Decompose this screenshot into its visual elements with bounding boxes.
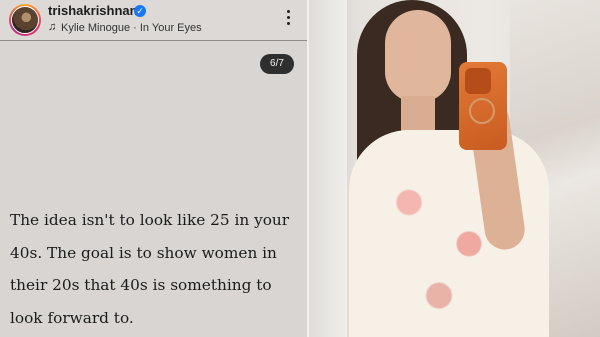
phone-magsafe-ring	[469, 98, 495, 124]
quote-text: The idea isn't to look like 25 in your 4…	[10, 204, 302, 334]
avatar[interactable]	[11, 6, 39, 34]
carousel-page-indicator: 6/7	[260, 54, 294, 74]
quote-line: look forward to.	[10, 308, 134, 327]
more-dot-icon	[286, 10, 290, 13]
quote-line: The idea isn't to look like 25 in your	[10, 211, 290, 229]
quote-line: 40s. The goal is to show women in	[10, 243, 277, 262]
username[interactable]: trishakrishnan	[48, 3, 138, 18]
post-header: trishakrishnan ✓ ♫ Kylie Minogue · In Yo…	[0, 0, 307, 41]
more-options-button[interactable]	[283, 8, 293, 30]
more-dot-icon	[286, 16, 290, 19]
avatar-story-ring[interactable]	[9, 4, 41, 36]
more-dot-icon	[286, 22, 290, 25]
music-note-icon: ♫	[48, 21, 57, 33]
audio-track-link[interactable]: Kylie Minogue · In Your Eyes	[61, 22, 202, 34]
person-face	[385, 10, 451, 102]
phone-camera-icon	[465, 68, 491, 94]
quote-line: their 20s that 40s is something to	[10, 276, 272, 294]
orange-phone	[459, 62, 507, 150]
background-door	[309, 0, 347, 337]
verified-icon: ✓	[134, 5, 146, 17]
post-slide-panel: trishakrishnan ✓ ♫ Kylie Minogue · In Yo…	[0, 0, 307, 337]
mirror-selfie-photo	[309, 0, 600, 337]
